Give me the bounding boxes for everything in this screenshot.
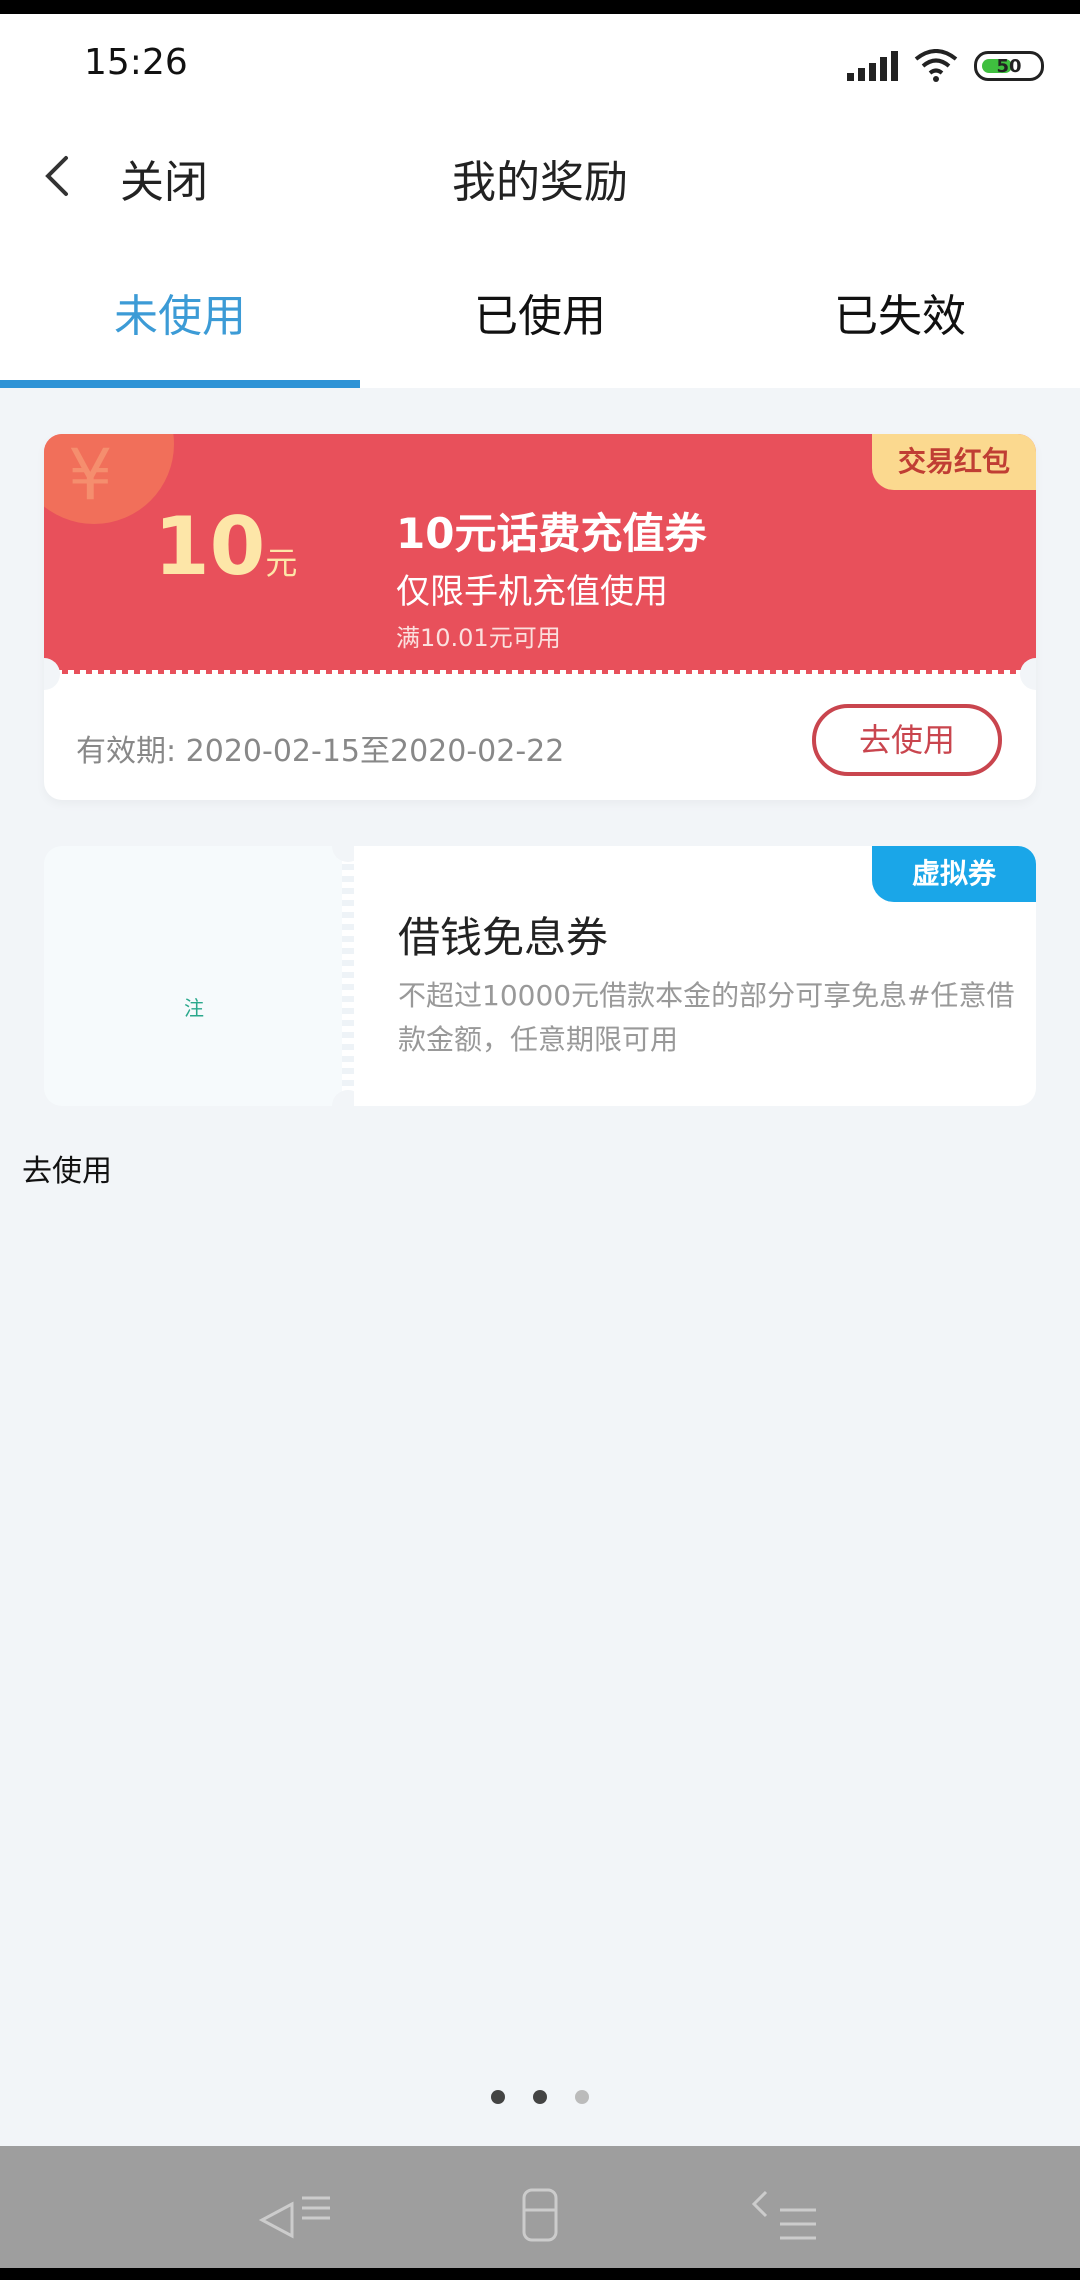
coupon-interest-free[interactable]: 注 虚拟券 借钱免息券 不超过10000元借款本金的部分可享免息#任意借款金额，…: [44, 830, 1036, 1122]
bottom-edge: [0, 2268, 1080, 2280]
tab-unused[interactable]: 未使用: [0, 238, 360, 388]
page-dot: [491, 2090, 505, 2104]
status-bar: 15:26 50: [0, 14, 1080, 114]
signal-icon: [847, 51, 898, 81]
page-dot: [533, 2090, 547, 2104]
page-dot: [575, 2090, 589, 2104]
menu-back-icon[interactable]: [256, 2186, 336, 2246]
app-header: 关闭 我的奖励: [0, 114, 1080, 238]
wifi-icon: [914, 49, 958, 82]
page-indicator: [0, 2090, 1080, 2104]
coupon-type-badge: 交易红包: [872, 434, 1036, 490]
page-title: 我的奖励: [452, 157, 628, 208]
coupon-amount: 10元: [154, 500, 297, 593]
perforation-line: [342, 846, 354, 1106]
tab-unused-label: 未使用: [114, 291, 246, 342]
system-nav-bar: [0, 2146, 1080, 2280]
coupon-name: 10元话费充值券: [396, 509, 707, 558]
battery-level: 50: [996, 55, 1022, 77]
tab-used[interactable]: 已使用: [360, 238, 720, 388]
coupon-left-panel: 注: [44, 846, 344, 1106]
coupon-phone-recharge[interactable]: ¥ 交易红包 10元 10元话费充值券 仅限手机充值使用 满10.01元可用 有…: [44, 434, 1036, 800]
coupon-description: 仅限手机充值使用: [396, 572, 668, 612]
coupon-left-mark: 注: [184, 996, 204, 1020]
tab-expired[interactable]: 已失效: [720, 238, 1080, 388]
yen-icon: ¥: [68, 434, 113, 516]
tab-expired-label: 已失效: [834, 291, 966, 342]
battery-icon: 50: [974, 51, 1044, 81]
coupon-type-badge: 虚拟券: [872, 846, 1036, 902]
tab-used-label: 已使用: [474, 291, 606, 342]
coupon-validity: 有效期: 2020-02-15至2020-02-22: [76, 734, 565, 769]
status-time: 15:26: [84, 42, 188, 83]
home-icon[interactable]: [500, 2186, 580, 2246]
tab-bar: 未使用 已使用 已失效: [0, 238, 1080, 388]
recents-icon[interactable]: [746, 2186, 826, 2246]
coupon-amount-value: 10: [154, 500, 266, 593]
coupon-amount-unit: 元: [265, 544, 298, 582]
tab-indicator: [0, 380, 360, 388]
perforation-line: [44, 670, 1036, 678]
coupon-header: ¥ 交易红包 10元 10元话费充值券 仅限手机充值使用 满10.01元可用: [44, 434, 1036, 674]
coupon-description: 不超过10000元借款本金的部分可享免息#任意借款金额，任意期限可用: [398, 979, 1015, 1056]
coupon-right-panel: 虚拟券 借钱免息券 不超过10000元借款本金的部分可享免息#任意借款金额，任意…: [354, 846, 1036, 1106]
top-edge: [0, 0, 1080, 14]
status-icons: 50: [847, 46, 1044, 86]
coupon-name: 借钱免息券: [398, 913, 609, 962]
use-coupon-button[interactable]: 去使用: [812, 704, 1002, 776]
use-link[interactable]: 去使用: [22, 1146, 112, 1190]
coupon-condition: 满10.01元可用: [396, 624, 561, 652]
